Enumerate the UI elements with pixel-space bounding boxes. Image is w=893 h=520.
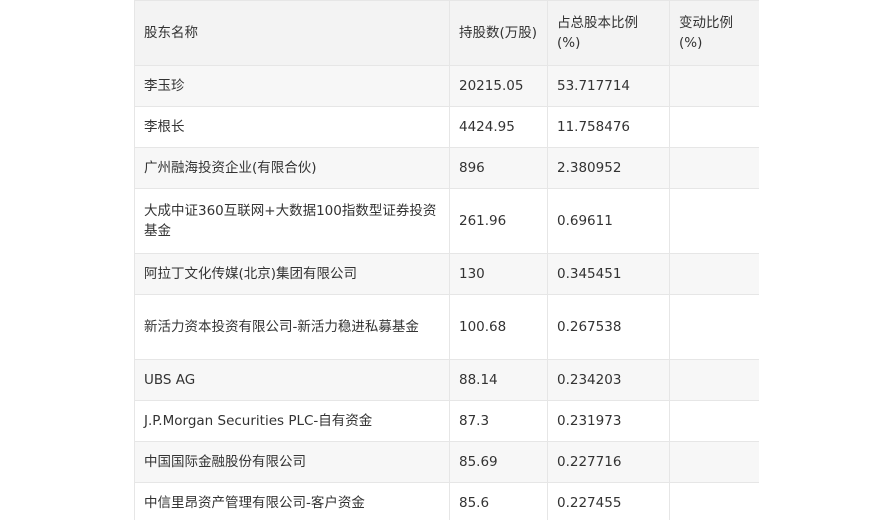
cell-share-ratio: 0.267538 (547, 294, 670, 360)
shareholder-table-container: 股东名称 持股数(万股) 占总股本比例(%) 变动比例(%) 李玉珍 20215… (134, 0, 759, 520)
cell-shareholder-name: UBS AG (134, 359, 450, 401)
cell-change-ratio (669, 441, 759, 483)
cell-change-ratio (669, 482, 759, 520)
cell-shares-held: 896 (449, 147, 548, 189)
cell-share-ratio: 0.227716 (547, 441, 670, 483)
shareholder-table: 股东名称 持股数(万股) 占总股本比例(%) 变动比例(%) 李玉珍 20215… (134, 0, 759, 520)
cell-shares-held: 100.68 (449, 294, 548, 360)
table-row: 中国国际金融股份有限公司 85.69 0.227716 (134, 441, 759, 483)
cell-share-ratio: 0.231973 (547, 400, 670, 442)
cell-shareholder-name: J.P.Morgan Securities PLC-自有资金 (134, 400, 450, 442)
table-header-row: 股东名称 持股数(万股) 占总股本比例(%) 变动比例(%) (134, 0, 759, 66)
header-shareholder-name: 股东名称 (134, 0, 450, 66)
cell-shares-held: 4424.95 (449, 106, 548, 148)
cell-change-ratio (669, 400, 759, 442)
cell-share-ratio: 53.717714 (547, 65, 670, 107)
cell-shareholder-name: 李根长 (134, 106, 450, 148)
cell-shares-held: 85.69 (449, 441, 548, 483)
table-row: 李根长 4424.95 11.758476 (134, 106, 759, 148)
cell-change-ratio (669, 294, 759, 360)
cell-shares-held: 87.3 (449, 400, 548, 442)
cell-shareholder-name: 中信里昂资产管理有限公司-客户资金 (134, 482, 450, 520)
cell-share-ratio: 0.227455 (547, 482, 670, 520)
cell-share-ratio: 0.345451 (547, 253, 670, 295)
cell-shareholder-name: 中国国际金融股份有限公司 (134, 441, 450, 483)
cell-change-ratio (669, 147, 759, 189)
cell-shareholder-name: 新活力资本投资有限公司-新活力稳进私募基金 (134, 294, 450, 360)
table-row: UBS AG 88.14 0.234203 (134, 359, 759, 401)
cell-shares-held: 88.14 (449, 359, 548, 401)
cell-change-ratio (669, 253, 759, 295)
table-row: 广州融海投资企业(有限合伙) 896 2.380952 (134, 147, 759, 189)
cell-shares-held: 85.6 (449, 482, 548, 520)
table-row: J.P.Morgan Securities PLC-自有资金 87.3 0.23… (134, 400, 759, 442)
cell-share-ratio: 0.69611 (547, 188, 670, 254)
table-row: 阿拉丁文化传媒(北京)集团有限公司 130 0.345451 (134, 253, 759, 295)
cell-shareholder-name: 李玉珍 (134, 65, 450, 107)
header-shares-held: 持股数(万股) (449, 0, 548, 66)
header-share-ratio: 占总股本比例(%) (547, 0, 670, 66)
table-row: 中信里昂资产管理有限公司-客户资金 85.6 0.227455 (134, 482, 759, 520)
cell-shareholder-name: 阿拉丁文化传媒(北京)集团有限公司 (134, 253, 450, 295)
header-change-ratio: 变动比例(%) (669, 0, 759, 66)
cell-shares-held: 20215.05 (449, 65, 548, 107)
table-row: 李玉珍 20215.05 53.717714 (134, 65, 759, 107)
cell-shares-held: 130 (449, 253, 548, 295)
cell-share-ratio: 11.758476 (547, 106, 670, 148)
table-row: 新活力资本投资有限公司-新活力稳进私募基金 100.68 0.267538 (134, 294, 759, 360)
cell-change-ratio (669, 106, 759, 148)
cell-shareholder-name: 广州融海投资企业(有限合伙) (134, 147, 450, 189)
cell-change-ratio (669, 188, 759, 254)
cell-change-ratio (669, 359, 759, 401)
cell-share-ratio: 2.380952 (547, 147, 670, 189)
table-row: 大成中证360互联网+大数据100指数型证券投资基金 261.96 0.6961… (134, 188, 759, 254)
cell-change-ratio (669, 65, 759, 107)
cell-share-ratio: 0.234203 (547, 359, 670, 401)
cell-shares-held: 261.96 (449, 188, 548, 254)
cell-shareholder-name: 大成中证360互联网+大数据100指数型证券投资基金 (134, 188, 450, 254)
